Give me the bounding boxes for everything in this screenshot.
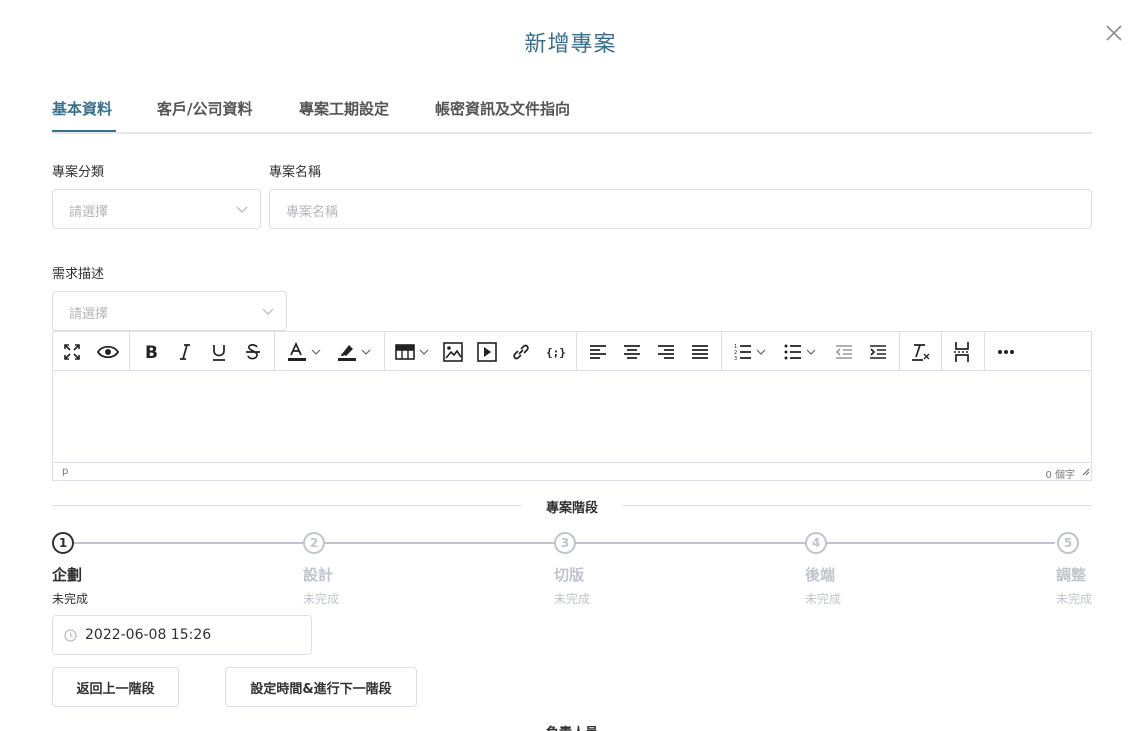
toolbar-separator [576, 332, 577, 371]
step-5-circle: 5 [1057, 532, 1079, 554]
svg-text:B: B [145, 343, 158, 361]
step-4-circle: 4 [805, 532, 827, 554]
toolbar-separator [384, 332, 385, 371]
tab-client-info[interactable]: 客戶/公司資料 [157, 98, 252, 134]
element-path: p [62, 466, 69, 477]
name-label: 專案名稱 [269, 165, 322, 180]
toolbar-separator [274, 332, 275, 371]
link-icon[interactable] [511, 341, 531, 363]
code-block-icon[interactable]: {;} [545, 341, 565, 363]
step-3-status: 未完成 [554, 592, 591, 606]
step-2-circle: 2 [303, 532, 325, 554]
toolbar-separator [941, 332, 942, 371]
close-icon[interactable] [1104, 23, 1124, 43]
table-icon[interactable] [395, 341, 429, 363]
chevron-down-icon [236, 204, 248, 214]
toolbar-separator [721, 332, 722, 371]
clock-icon [64, 629, 77, 642]
back-stage-button[interactable]: 返回上一階段 [52, 667, 179, 707]
ordered-list-icon[interactable]: 123 [734, 341, 766, 363]
video-icon[interactable] [477, 341, 497, 363]
tab-basic-info[interactable]: 基本資料 [52, 98, 112, 134]
step-3-circle: 3 [554, 532, 576, 554]
next-stage-button[interactable]: 設定時間&進行下一階段 [225, 667, 417, 707]
description-placeholder: 請選擇 [69, 307, 109, 322]
tab-active-indicator [52, 130, 116, 132]
step-1-title: 企劃 [52, 566, 83, 584]
highlight-color-icon[interactable] [337, 341, 371, 363]
page-break-icon[interactable] [953, 341, 971, 363]
bold-icon[interactable]: B [143, 341, 159, 363]
stage-datetime-picker[interactable]: 2022-06-08 15:26 [52, 615, 312, 655]
underline-icon[interactable] [211, 341, 227, 363]
step-2-title: 設計 [303, 566, 334, 584]
svg-text:3: 3 [734, 356, 737, 361]
step-2-status: 未完成 [303, 592, 340, 606]
svg-text:{;}: {;} [546, 346, 565, 359]
toolbar-separator [899, 332, 900, 371]
clear-format-icon[interactable] [911, 341, 931, 363]
category-select[interactable]: 請選擇 [52, 189, 261, 229]
chevron-down-icon [262, 306, 274, 316]
divider-line-right [622, 505, 1092, 506]
divider-line-left [52, 505, 522, 506]
project-name-placeholder: 專案名稱 [286, 205, 339, 220]
image-icon[interactable] [443, 341, 463, 363]
editor-toolbar: B {;} 1 2 3 [53, 332, 1091, 371]
category-placeholder: 請選擇 [69, 205, 109, 220]
step-1-status: 未完成 [52, 592, 89, 606]
tab-credentials[interactable]: 帳密資訊及文件指向 [435, 98, 570, 134]
description-label: 需求描述 [52, 267, 105, 282]
indent-icon[interactable] [869, 341, 887, 363]
tab-bar: 基本資料 客戶/公司資料 專案工期設定 帳密資訊及文件指向 [52, 98, 1092, 134]
font-color-icon[interactable] [287, 341, 321, 363]
word-count: 0 個字 [1045, 470, 1075, 481]
align-center-icon[interactable] [623, 341, 641, 363]
tab-schedule[interactable]: 專案工期設定 [299, 98, 389, 134]
bullet-list-icon[interactable] [784, 341, 816, 363]
section-heading-assignees: 負責人員 [520, 722, 624, 731]
toolbar-separator [984, 332, 985, 371]
step-5-title: 調整 [1056, 566, 1087, 584]
rich-text-editor: B {;} 1 2 3 p 0 個字 [52, 331, 1092, 481]
step-4-title: 後端 [805, 566, 836, 584]
project-name-input[interactable]: 專案名稱 [269, 189, 1092, 229]
stage-datetime-value: 2022-06-08 15:26 [85, 627, 212, 643]
stages-heading: 專案階段 [545, 501, 598, 516]
step-1-circle: 1 [52, 532, 74, 554]
toolbar-separator [129, 332, 130, 371]
category-label: 專案分類 [52, 165, 105, 180]
more-options-icon[interactable] [997, 341, 1015, 363]
editor-statusbar: p 0 個字 [53, 462, 1091, 481]
align-left-icon[interactable] [589, 341, 607, 363]
align-right-icon[interactable] [657, 341, 675, 363]
dialog-title: 新增專案 [524, 32, 617, 57]
preview-eye-icon[interactable] [97, 341, 119, 363]
step-3-title: 切版 [554, 566, 585, 584]
step-5-status: 未完成 [1056, 592, 1093, 606]
strikethrough-icon[interactable] [245, 341, 261, 363]
align-justify-icon[interactable] [691, 341, 709, 363]
resize-handle-icon[interactable] [1082, 468, 1090, 479]
editor-content-area[interactable] [53, 372, 1091, 462]
fullscreen-icon[interactable] [63, 341, 81, 363]
outdent-icon[interactable] [835, 341, 853, 363]
italic-icon[interactable] [177, 341, 193, 363]
description-select[interactable]: 請選擇 [52, 291, 287, 331]
step-4-status: 未完成 [805, 592, 842, 606]
